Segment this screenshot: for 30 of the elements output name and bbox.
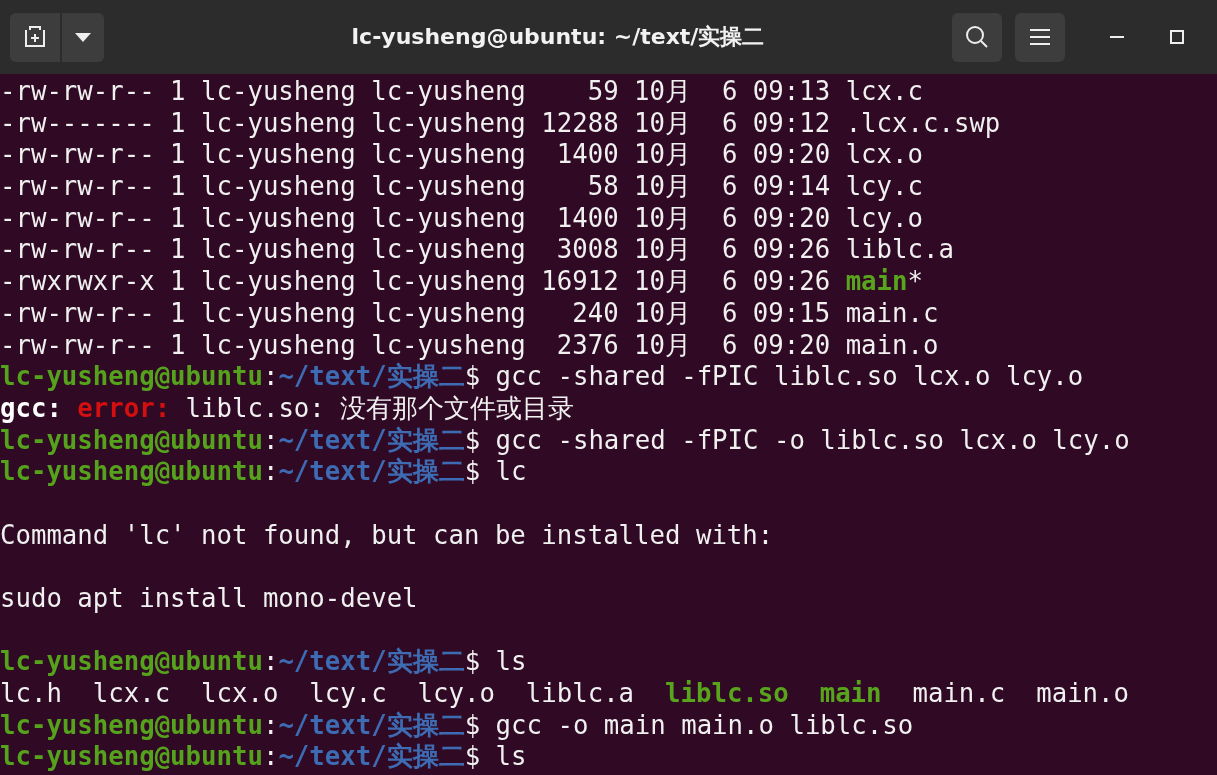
terminal-line: lc.h lcx.c lcx.o lcy.c lcy.o liblc.a liblc.so main main.c main.o <box>0 678 1130 710</box>
terminal-line: lc-yusheng@ubuntu:~/text/实操二$ gcc -shared -fPIC -o liblc.so lcx.o lcy.o <box>0 424 1131 457</box>
terminal-line: lc-yusheng@ubuntu:~/text/实操二$ ls <box>0 646 528 679</box>
terminal-line: -rwxrwxr-x 1 lc-yusheng lc-yusheng 16912 10月 6 09:26 main* <box>0 266 924 298</box>
search-icon <box>965 25 989 49</box>
new-tab-button[interactable] <box>10 12 60 62</box>
terminal-line: -rw-rw-r-- 1 lc-yusheng lc-yusheng 2376 10月 6 09:20 main.o <box>0 329 940 362</box>
terminal-line: lc-yusheng@ubuntu:~/text/实操二$ gcc -o main main.o liblc.so <box>0 709 915 742</box>
terminal-line: -rw-rw-r-- 1 lc-yusheng lc-yusheng 240 10月 6 09:15 main.c <box>0 297 940 330</box>
terminal-line: -rw-rw-r-- 1 lc-yusheng lc-yusheng 58 10月 6 09:14 lcy.c <box>0 171 924 203</box>
new-tab-icon <box>22 26 48 48</box>
terminal-line: gcc: error: liblc.so: 没有那个文件或目录 <box>0 392 576 425</box>
terminal-line: -rw-rw-r-- 1 lc-yusheng lc-yusheng 1400 10月 6 09:20 lcy.o <box>0 202 924 235</box>
minimize-icon <box>1110 35 1124 39</box>
window-title: lc-yusheng@ubuntu: ~/text/实操二 <box>350 23 766 51</box>
terminal-line: lc-yusheng@ubuntu:~/text/实操二$ ls <box>0 741 528 774</box>
menu-icon <box>1030 29 1050 45</box>
terminal-line: -rw-rw-r-- 1 lc-yusheng lc-yusheng 3008 10月 6 09:26 liblc.a <box>0 234 955 267</box>
terminal-line: lc-yusheng@ubuntu:~/text/实操二$ gcc -shared -fPIC liblc.so lcx.o lcy.o <box>0 361 1085 393</box>
terminal-line: -rw-rw-r-- 1 lc-yusheng lc-yusheng 59 10月 6 09:13 lcx.c <box>0 76 924 108</box>
terminal-line: -rw-rw-r-- 1 lc-yusheng lc-yusheng 1400 10月 6 09:20 lcx.o <box>0 139 924 172</box>
terminal-line: lc-yusheng@ubuntu:~/text/实操二$ lc <box>0 456 528 488</box>
terminal-line: sudo apt install mono-devel <box>0 583 419 615</box>
terminal-line: Command 'lc' not found, but can be installed with: <box>0 519 775 552</box>
search-button[interactable] <box>952 12 1002 62</box>
terminal-line: -rw------- 1 lc-yusheng lc-yusheng 12288 10月 6 09:12 .lcx.c.swp <box>0 107 1002 140</box>
caret-icon <box>75 32 91 42</box>
menu-button[interactable] <box>1015 12 1065 62</box>
maximize-icon <box>1170 30 1184 44</box>
dropdown-button[interactable] <box>62 12 104 62</box>
